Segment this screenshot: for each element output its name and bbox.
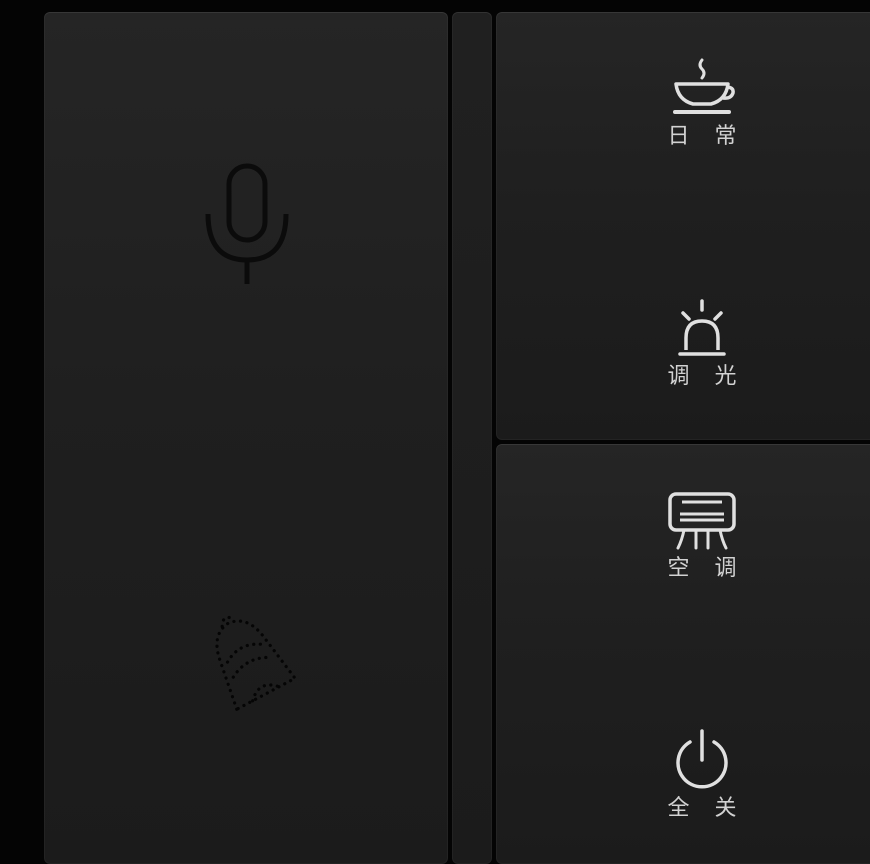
dimming-label: 调 光 [667,364,746,389]
daily-scene-label: 日 常 [667,124,746,149]
air-conditioner-label: 空 调 [667,556,746,581]
teacup-icon [673,58,735,114]
all-off-button[interactable]: 全 关 [662,728,742,822]
dimming-button[interactable]: 调 光 [662,298,742,390]
control-panel-screen: 日 常 调 光 空 调 全 关 [0,0,870,864]
air-conditioner-icon [668,492,736,550]
panel-divider [452,12,492,864]
voice-panel[interactable] [44,12,448,864]
air-conditioner-button[interactable]: 空 调 [662,490,742,582]
all-off-label: 全 关 [667,796,746,821]
dotted-bell-icon [215,615,298,712]
daily-scene-button[interactable]: 日 常 [662,56,742,150]
microphone-icon[interactable] [202,162,294,290]
lamp-icon [678,299,726,356]
power-icon [676,729,728,789]
